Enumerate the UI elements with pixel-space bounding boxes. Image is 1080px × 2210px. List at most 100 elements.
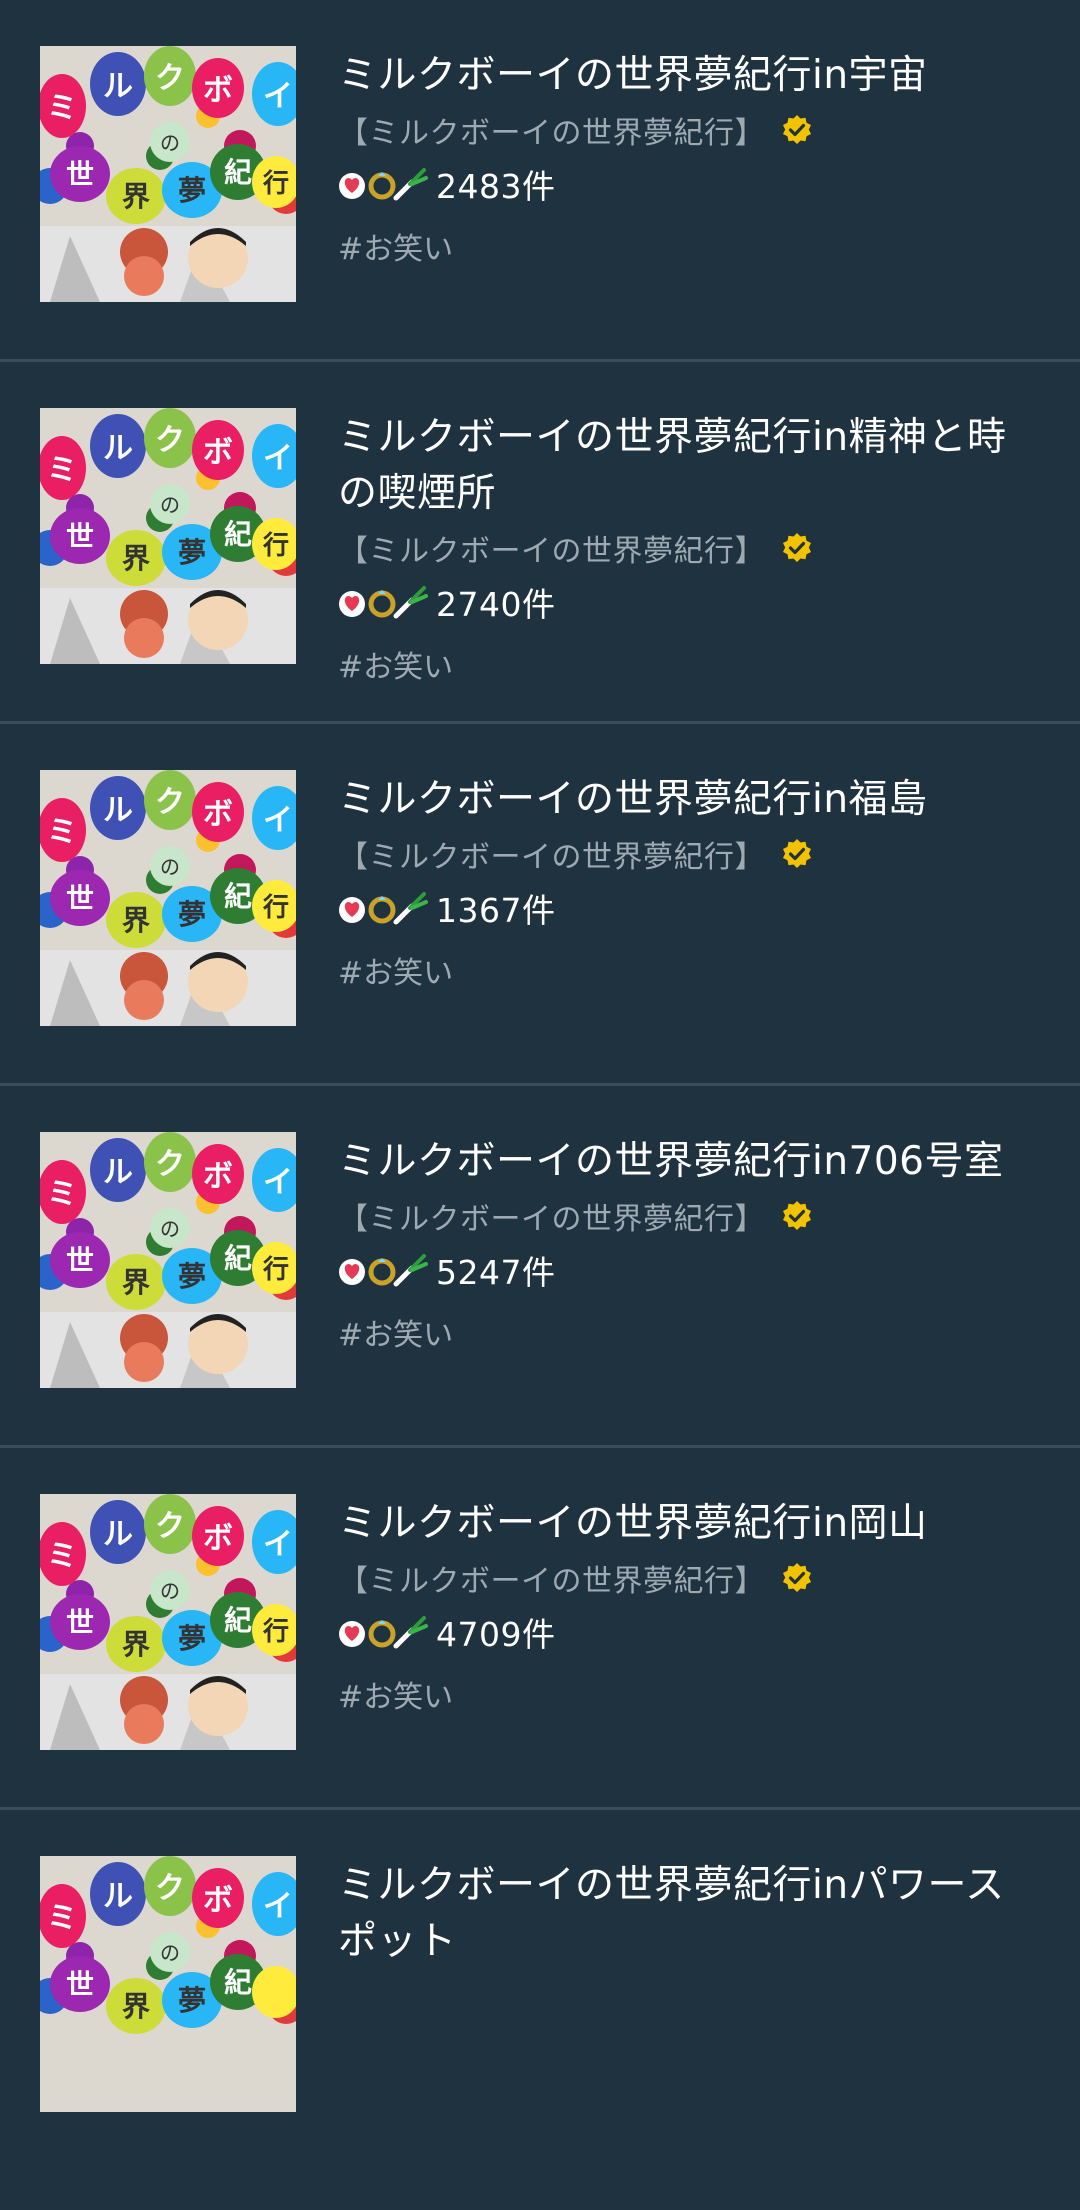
program-list: ミ ル ク ボ イ の 世 界 夢 紀 行 ミルクボーイの世界夢紀行in宇宙 【…	[0, 0, 1080, 2210]
svg-text:夢: 夢	[178, 1984, 206, 2017]
svg-text:世: 世	[66, 1606, 94, 1639]
svg-text:の: の	[160, 131, 180, 155]
svg-text:ル: ル	[103, 431, 133, 466]
program-title[interactable]: ミルクボーイの世界夢紀行in706号室	[338, 1132, 1040, 1190]
thumbnail[interactable]: ミ ル ク ボ イ の 世 界 夢 紀 行	[40, 46, 296, 302]
ring-icon	[368, 1620, 396, 1648]
channel-row: 【ミルクボーイの世界夢紀行】	[338, 1190, 1040, 1242]
program-title[interactable]: ミルクボーイの世界夢紀行in精神と時の喫煙所	[338, 408, 1040, 522]
tag-link[interactable]: #お笑い	[338, 224, 453, 268]
verified-badge-icon	[781, 838, 813, 870]
stats-row: 5247件	[338, 1242, 1040, 1298]
stats-row: 4709件	[338, 1604, 1040, 1660]
svg-text:行: 行	[262, 168, 289, 199]
list-item[interactable]: ミ ル ク ボ イ の 世 界 夢 紀 行 ミルクボーイの世界夢紀行in精神と時…	[0, 362, 1080, 724]
reaction-count: 1367件	[436, 891, 556, 930]
thumbnail[interactable]: ミ ル ク ボ イ の 世 界 夢 紀 行	[40, 1494, 296, 1750]
svg-text:ボ: ボ	[203, 435, 233, 470]
program-title[interactable]: ミルクボーイの世界夢紀行in福島	[338, 770, 1040, 828]
thumbnail[interactable]: ミ ル ク ボ イ の 世 界 夢 紀 行	[40, 770, 296, 1026]
tag-link[interactable]: #お笑い	[338, 948, 453, 992]
svg-text:ル: ル	[103, 793, 133, 828]
svg-text:ボ: ボ	[203, 797, 233, 832]
svg-text:世: 世	[66, 520, 94, 553]
svg-text:ル: ル	[103, 1155, 133, 1190]
stats-row: 2740件	[338, 574, 1040, 630]
svg-text:ボ: ボ	[203, 73, 233, 108]
svg-text:紀: 紀	[224, 1966, 252, 1999]
channel-row: 【ミルクボーイの世界夢紀行】	[338, 1552, 1040, 1604]
list-item[interactable]: ミ ル ク ボ イ の 世 界 夢 紀 行 ミルクボーイの世界夢紀行in福島 【…	[0, 724, 1080, 1086]
channel-name[interactable]: 【ミルクボーイの世界夢紀行】	[338, 1194, 765, 1238]
svg-text:ル: ル	[103, 69, 133, 104]
verified-badge-icon	[781, 114, 813, 146]
item-info: ミルクボーイの世界夢紀行in706号室 【ミルクボーイの世界夢紀行】 5247件…	[338, 1132, 1040, 1354]
svg-text:ル: ル	[103, 1517, 133, 1552]
svg-text:夢: 夢	[178, 174, 206, 207]
item-info: ミルクボーイの世界夢紀行inパワースポット	[338, 1856, 1040, 1970]
item-info: ミルクボーイの世界夢紀行in岡山 【ミルクボーイの世界夢紀行】 4709件 #お…	[338, 1494, 1040, 1716]
heart-icon	[339, 591, 365, 617]
svg-text:界: 界	[122, 542, 150, 575]
svg-text:紀: 紀	[224, 518, 252, 551]
reaction-icons	[338, 166, 428, 202]
item-info: ミルクボーイの世界夢紀行in精神と時の喫煙所 【ミルクボーイの世界夢紀行】 27…	[338, 408, 1040, 686]
list-item[interactable]: ミ ル ク ボ イ の 世 界 夢 紀 行 ミルクボーイの世界夢紀行in706号…	[0, 1086, 1080, 1448]
stats-row: 1367件	[338, 880, 1040, 936]
thumbnail[interactable]: ミ ル ク ボ イ の 世 界 夢 紀 行	[40, 1132, 296, 1388]
svg-text:夢: 夢	[178, 1260, 206, 1293]
reaction-icons	[338, 1614, 428, 1650]
svg-text:の: の	[160, 493, 180, 517]
svg-text:ク: ク	[155, 61, 185, 96]
ring-icon	[368, 1258, 396, 1286]
list-item[interactable]: ミ ル ク ボ イ の 世 界 夢 紀 ミルクボーイの世界夢紀行inパワースポッ…	[0, 1810, 1080, 2210]
svg-text:イ: イ	[263, 1165, 293, 1200]
thumbnail[interactable]: ミ ル ク ボ イ の 世 界 夢 紀	[40, 1856, 296, 2112]
svg-text:イ: イ	[263, 79, 293, 114]
tag-link[interactable]: #お笑い	[338, 1310, 453, 1354]
svg-text:ク: ク	[155, 785, 185, 820]
item-info: ミルクボーイの世界夢紀行in福島 【ミルクボーイの世界夢紀行】 1367件 #お…	[338, 770, 1040, 992]
svg-text:の: の	[160, 1217, 180, 1241]
program-title[interactable]: ミルクボーイの世界夢紀行in岡山	[338, 1494, 1040, 1552]
leek-icon	[393, 586, 428, 619]
reaction-count: 2483件	[436, 167, 556, 206]
channel-name[interactable]: 【ミルクボーイの世界夢紀行】	[338, 1556, 765, 1600]
list-item[interactable]: ミ ル ク ボ イ の 世 界 夢 紀 行 ミルクボーイの世界夢紀行in宇宙 【…	[0, 0, 1080, 362]
svg-text:界: 界	[122, 1990, 150, 2023]
channel-name[interactable]: 【ミルクボーイの世界夢紀行】	[338, 832, 765, 876]
leek-icon	[393, 1254, 428, 1287]
svg-text:の: の	[160, 855, 180, 879]
ring-icon	[368, 896, 396, 924]
thumbnail[interactable]: ミ ル ク ボ イ の 世 界 夢 紀 行	[40, 408, 296, 664]
svg-text:ク: ク	[155, 1871, 185, 1906]
svg-text:紀: 紀	[224, 880, 252, 913]
channel-name[interactable]: 【ミルクボーイの世界夢紀行】	[338, 526, 765, 570]
ring-icon	[368, 172, 396, 200]
program-title[interactable]: ミルクボーイの世界夢紀行in宇宙	[338, 46, 1040, 104]
svg-text:ミ: ミ	[47, 1539, 77, 1574]
svg-text:ク: ク	[155, 1147, 185, 1182]
svg-text:イ: イ	[263, 441, 293, 476]
svg-text:ボ: ボ	[203, 1159, 233, 1194]
tag-link[interactable]: #お笑い	[338, 1672, 453, 1716]
verified-badge-icon	[781, 1562, 813, 1594]
svg-text:ミ: ミ	[47, 91, 77, 126]
svg-text:ク: ク	[155, 423, 185, 458]
verified-badge-icon	[781, 1200, 813, 1232]
svg-text:イ: イ	[263, 803, 293, 838]
item-info: ミルクボーイの世界夢紀行in宇宙 【ミルクボーイの世界夢紀行】 2483件 #お…	[338, 46, 1040, 268]
tag-link[interactable]: #お笑い	[338, 642, 453, 686]
reaction-icons	[338, 584, 428, 620]
svg-text:ミ: ミ	[47, 453, 77, 488]
svg-text:夢: 夢	[178, 536, 206, 569]
verified-badge-icon	[781, 532, 813, 564]
svg-text:イ: イ	[263, 1889, 293, 1924]
channel-name[interactable]: 【ミルクボーイの世界夢紀行】	[338, 108, 765, 152]
svg-text:世: 世	[66, 158, 94, 191]
list-item[interactable]: ミ ル ク ボ イ の 世 界 夢 紀 行 ミルクボーイの世界夢紀行in岡山 【…	[0, 1448, 1080, 1810]
svg-text:世: 世	[66, 1244, 94, 1277]
balloon-artwork: ミ ル ク ボ イ の 世 界 夢 紀 行	[40, 1132, 296, 1388]
balloon-artwork: ミ ル ク ボ イ の 世 界 夢 紀 行	[40, 408, 296, 664]
program-title[interactable]: ミルクボーイの世界夢紀行inパワースポット	[338, 1856, 1040, 1970]
